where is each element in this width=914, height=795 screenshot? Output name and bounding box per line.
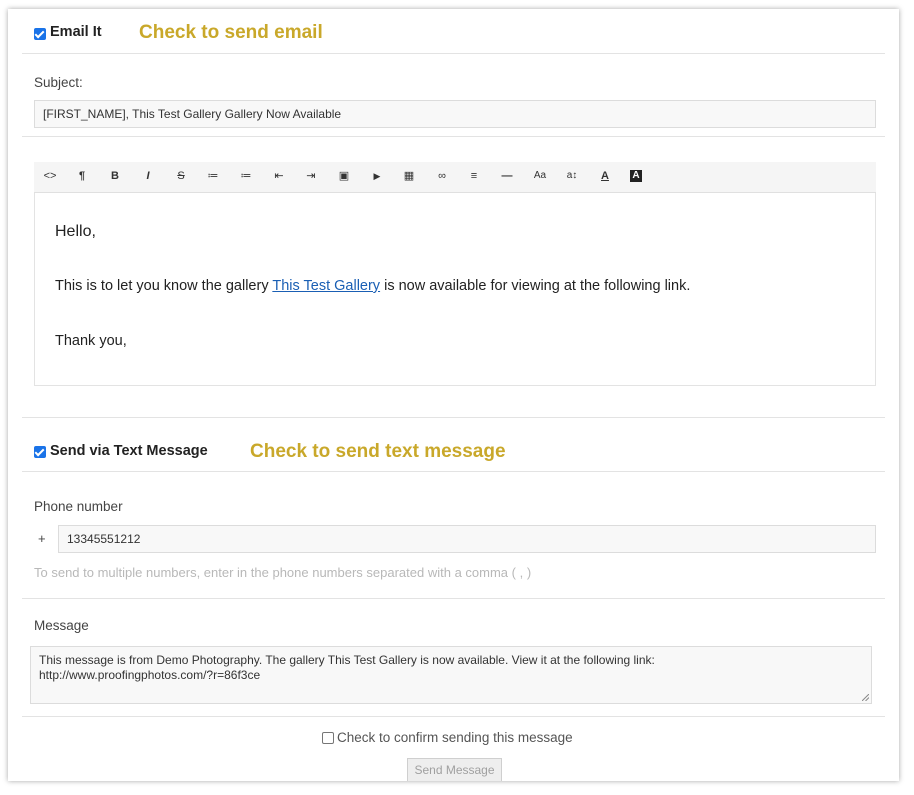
divider: [22, 53, 885, 54]
link-icon[interactable]: ∞: [434, 168, 450, 184]
line-height-icon[interactable]: a↕: [562, 168, 582, 184]
divider: [22, 471, 885, 472]
align-icon[interactable]: ≡: [466, 168, 482, 184]
message-line: This message is from Demo Photography. T…: [39, 653, 655, 667]
resize-handle-icon[interactable]: [862, 694, 869, 701]
send-message-button[interactable]: Send Message: [407, 758, 502, 781]
confirm-checkbox[interactable]: [322, 732, 334, 744]
code-view-icon[interactable]: <>: [42, 168, 58, 184]
divider: [22, 136, 885, 137]
email-it-label[interactable]: Email It: [50, 24, 102, 40]
sms-hint: Check to send text message: [250, 441, 506, 462]
email-body-editor[interactable]: Hello, This is to let you know the galle…: [34, 193, 876, 386]
phone-prefix: +: [38, 531, 46, 546]
gallery-link[interactable]: This Test Gallery: [272, 278, 380, 294]
message-textarea[interactable]: This message is from Demo Photography. T…: [30, 646, 872, 704]
font-color-icon[interactable]: A: [597, 168, 613, 184]
phone-value: 13345551212: [67, 532, 141, 546]
ordered-list-icon[interactable]: ≔: [238, 168, 254, 184]
phone-input[interactable]: 13345551212: [58, 525, 876, 553]
message-line: http://www.proofingphotos.com/?r=86f3ce: [39, 668, 261, 682]
phone-help-text: To send to multiple numbers, enter in th…: [34, 565, 532, 580]
indent-icon[interactable]: ⇥: [303, 168, 319, 184]
italic-icon[interactable]: I: [140, 168, 156, 184]
unordered-list-icon[interactable]: ≔: [205, 168, 221, 184]
confirm-label[interactable]: Check to confirm sending this message: [337, 730, 573, 745]
divider: [22, 716, 885, 717]
bold-icon[interactable]: B: [107, 168, 123, 184]
send-gallery-panel: Email It Check to send email Subject: [F…: [8, 9, 899, 781]
background-color-icon[interactable]: A: [630, 170, 642, 182]
email-it-checkbox[interactable]: [34, 28, 46, 40]
email-body-line: This is to let you know the gallery This…: [55, 278, 691, 294]
email-hint: Check to send email: [139, 22, 323, 43]
email-greeting: Hello,: [55, 223, 96, 240]
table-icon[interactable]: ▦: [401, 168, 417, 184]
divider: [22, 598, 885, 599]
divider: [22, 417, 885, 418]
editor-toolbar: <> ¶ B I S ≔ ≔ ⇤ ⇥ ▣ ▶ ▦ ∞ ≡ — Aa a↕ A A: [34, 162, 876, 193]
outdent-icon[interactable]: ⇤: [271, 168, 287, 184]
send-text-checkbox[interactable]: [34, 446, 46, 458]
strikethrough-icon[interactable]: S: [173, 168, 189, 184]
email-closing: Thank you,: [55, 333, 127, 349]
video-icon[interactable]: ▶: [369, 168, 385, 184]
font-size-icon[interactable]: Aa: [530, 168, 550, 184]
subject-value: [FIRST_NAME], This Test Gallery Gallery …: [43, 107, 342, 121]
subject-label: Subject:: [34, 75, 83, 90]
horizontal-rule-icon[interactable]: —: [499, 168, 515, 184]
subject-input[interactable]: [FIRST_NAME], This Test Gallery Gallery …: [34, 100, 876, 128]
message-label: Message: [34, 618, 89, 633]
image-icon[interactable]: ▣: [336, 168, 352, 184]
paragraph-icon[interactable]: ¶: [74, 168, 90, 184]
send-text-label[interactable]: Send via Text Message: [50, 443, 208, 459]
phone-label: Phone number: [34, 499, 123, 514]
